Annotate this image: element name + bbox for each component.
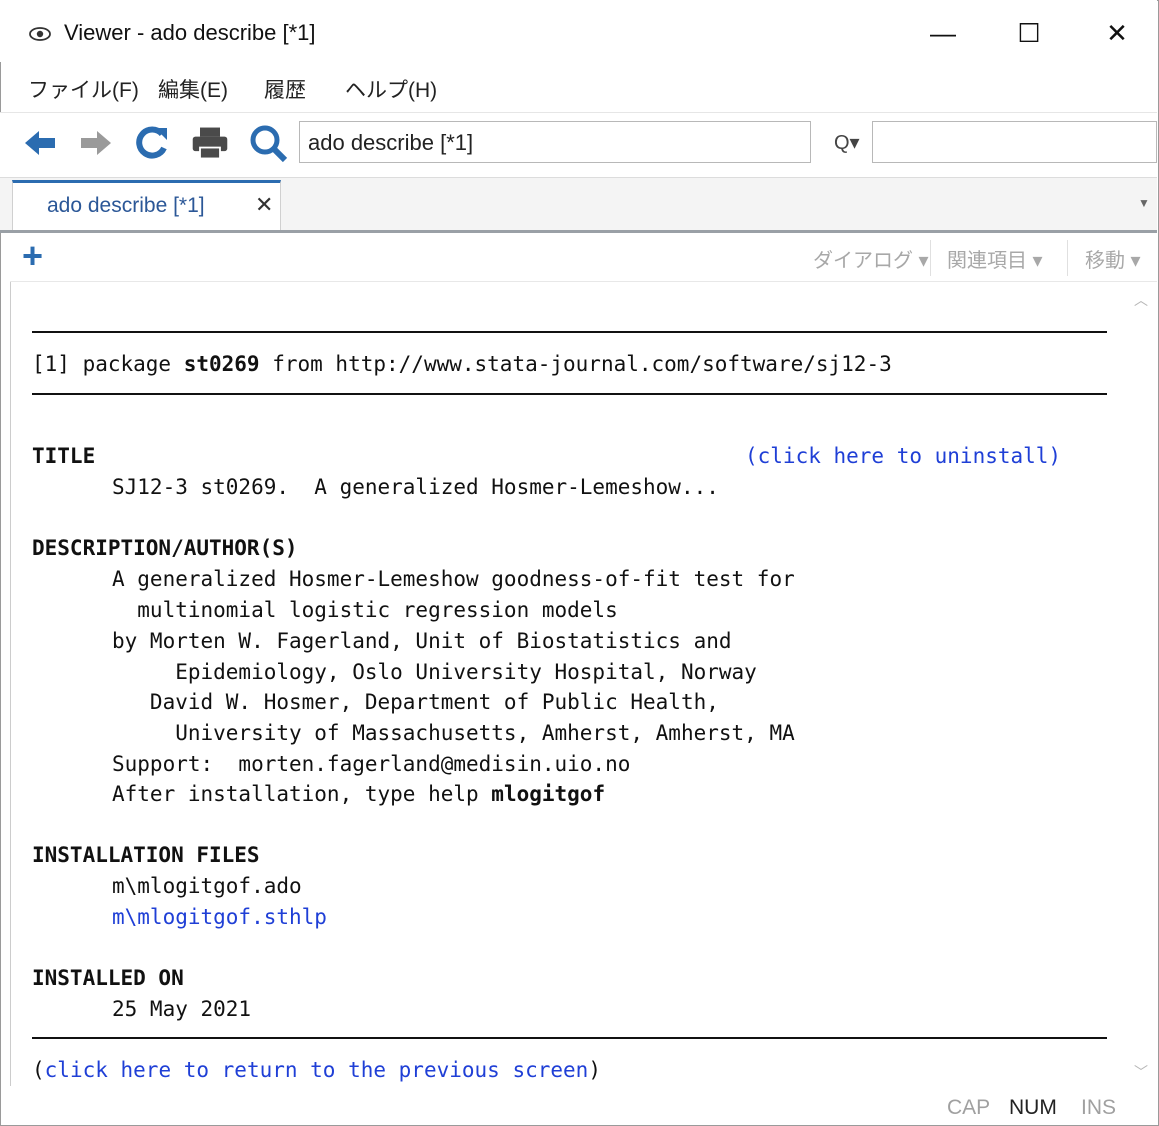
eye-icon	[29, 27, 51, 41]
forward-arrow-icon[interactable]	[76, 121, 116, 165]
description-line: multinomial logistic regression models	[112, 598, 618, 622]
tab-list-chevron-down-icon[interactable]: ▼	[1138, 196, 1150, 210]
return-link[interactable]: click here to return to the previous scr…	[45, 1058, 589, 1082]
find-input[interactable]	[872, 121, 1157, 163]
add-tab-plus-icon[interactable]: +	[22, 236, 43, 276]
tab-close-icon[interactable]: ✕	[255, 192, 273, 218]
divider	[32, 1037, 1107, 1039]
installation-files-heading: INSTALLATION FILES	[32, 843, 260, 867]
installed-date: 25 May 2021	[112, 997, 252, 1021]
search-icon[interactable]	[248, 121, 288, 165]
menu-file[interactable]: ファイル(F)	[28, 74, 139, 104]
install-file-sthlp-link[interactable]: m\mlogitgof.sthlp	[112, 905, 327, 929]
vertical-scrollbar[interactable]	[1129, 282, 1157, 1086]
refresh-icon[interactable]	[132, 121, 172, 165]
scroll-up-icon[interactable]: ︿	[1134, 290, 1148, 310]
description-line: by Morten W. Fagerland, Unit of Biostati…	[112, 629, 732, 653]
after-install-text: After installation, type help	[112, 782, 492, 806]
related-menu[interactable]: 関連項目 ▾	[947, 244, 1043, 273]
menu-help[interactable]: ヘルプ(H)	[345, 74, 437, 104]
return-line: (click here to return to the previous sc…	[32, 1058, 601, 1082]
print-icon[interactable]	[190, 121, 230, 165]
dialog-menu[interactable]: ダイアログ ▾	[813, 244, 929, 273]
uninstall-link[interactable]: (click here to uninstall)	[745, 444, 1061, 468]
divider	[32, 331, 1107, 333]
title-heading: TITLE	[32, 444, 96, 468]
package-name: st0269	[183, 352, 260, 376]
find-dropdown-icon[interactable]: Q▾	[834, 130, 860, 155]
package-header: [1] package st0269 from http://www.stata…	[32, 352, 892, 376]
description-line: David W. Hosmer, Department of Public He…	[112, 690, 719, 714]
title-text: SJ12-3 st0269. A generalized Hosmer-Leme…	[112, 475, 719, 499]
paren: )	[588, 1058, 601, 1082]
installed-on-heading: INSTALLED ON	[32, 966, 184, 990]
divider	[32, 393, 1107, 395]
support-line: Support: morten.fagerland@medisin.uio.no	[112, 752, 631, 776]
address-input[interactable]: ado describe [*1]	[299, 121, 811, 163]
separator	[930, 240, 931, 276]
description-line: A generalized Hosmer-Lemeshow goodness-o…	[112, 567, 795, 591]
after-install-line: After installation, type help mlogitgof	[112, 782, 605, 806]
window-title: Viewer - ado describe [*1]	[64, 20, 316, 45]
description-line: University of Massachusetts, Amherst, Am…	[112, 721, 795, 745]
package-source: from http://www.stata-journal.com/softwa…	[259, 352, 892, 376]
maximize-button[interactable]: ☐	[994, 8, 1064, 58]
scroll-down-icon[interactable]: ﹀	[1134, 1062, 1148, 1082]
minimize-button[interactable]: —	[908, 8, 978, 58]
num-indicator: NUM	[1009, 1096, 1057, 1119]
close-window-button[interactable]: ✕	[1082, 8, 1152, 58]
header-prefix: [1] package	[32, 352, 184, 376]
jump-menu[interactable]: 移動 ▾	[1085, 244, 1141, 273]
install-file-ado: m\mlogitgof.ado	[112, 874, 302, 898]
separator	[1067, 240, 1068, 276]
back-arrow-icon[interactable]	[20, 121, 60, 165]
menu-edit[interactable]: 編集(E)	[158, 74, 228, 104]
help-command: mlogitgof	[491, 782, 606, 806]
cap-indicator: CAP	[947, 1096, 991, 1119]
menu-history[interactable]: 履歴	[264, 74, 306, 104]
ins-indicator: INS	[1081, 1096, 1117, 1119]
description-heading: DESCRIPTION/AUTHOR(S)	[32, 536, 298, 560]
description-line: Epidemiology, Oslo University Hospital, …	[112, 660, 757, 684]
tab-label[interactable]: ado describe [*1]	[47, 194, 205, 218]
paren: (	[32, 1058, 45, 1082]
